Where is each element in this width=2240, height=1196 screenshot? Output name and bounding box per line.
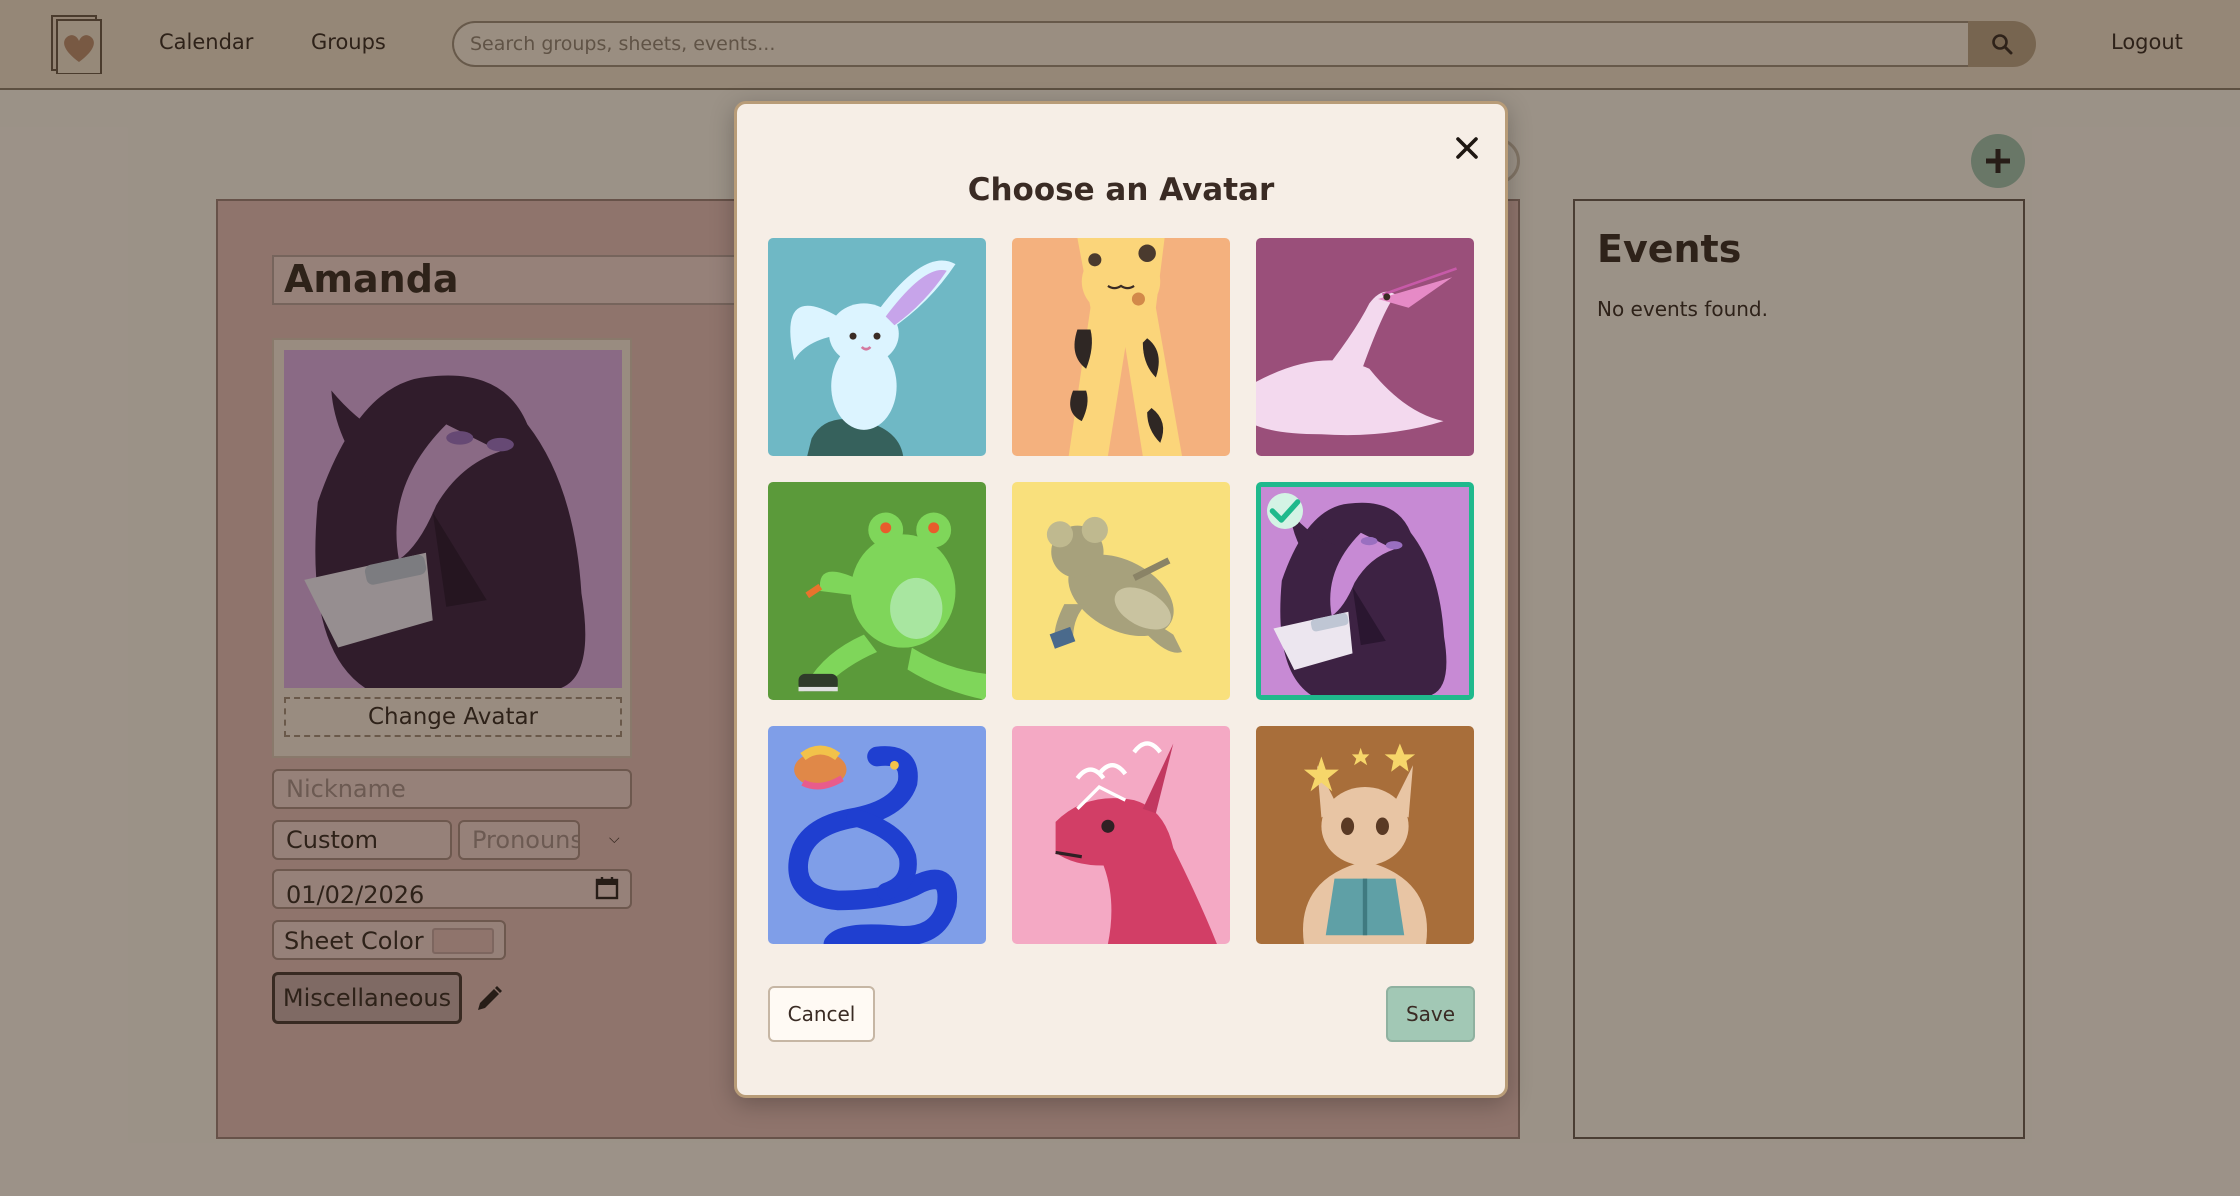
bunny-avatar-image — [768, 238, 986, 456]
choose-avatar-modal: Choose an Avatar Cancel Save — [734, 101, 1508, 1098]
avatar-option-bunny[interactable] — [768, 238, 986, 456]
close-button[interactable] — [1447, 128, 1487, 168]
frog-avatar-image — [768, 482, 986, 700]
avatar-option-crow[interactable] — [1256, 482, 1474, 700]
avatar-option-unicorn[interactable] — [1012, 726, 1230, 944]
snake-avatar-image — [768, 726, 986, 944]
giraffe-avatar-image — [1012, 238, 1230, 456]
close-icon — [1456, 137, 1478, 159]
avatar-option-koala[interactable] — [1012, 482, 1230, 700]
cancel-button[interactable]: Cancel — [768, 986, 875, 1042]
avatar-option-snake[interactable] — [768, 726, 986, 944]
selected-check-icon — [1267, 493, 1303, 529]
avatar-option-heron[interactable] — [1256, 238, 1474, 456]
avatar-option-fox[interactable] — [1256, 726, 1474, 944]
unicorn-avatar-image — [1012, 726, 1230, 944]
heron-avatar-image — [1256, 238, 1474, 456]
avatar-option-giraffe[interactable] — [1012, 238, 1230, 456]
avatar-option-frog[interactable] — [768, 482, 986, 700]
koala-avatar-image — [1012, 482, 1230, 700]
modal-title: Choose an Avatar — [967, 172, 1275, 208]
fox-avatar-image — [1256, 726, 1474, 944]
save-button[interactable]: Save — [1386, 986, 1475, 1042]
